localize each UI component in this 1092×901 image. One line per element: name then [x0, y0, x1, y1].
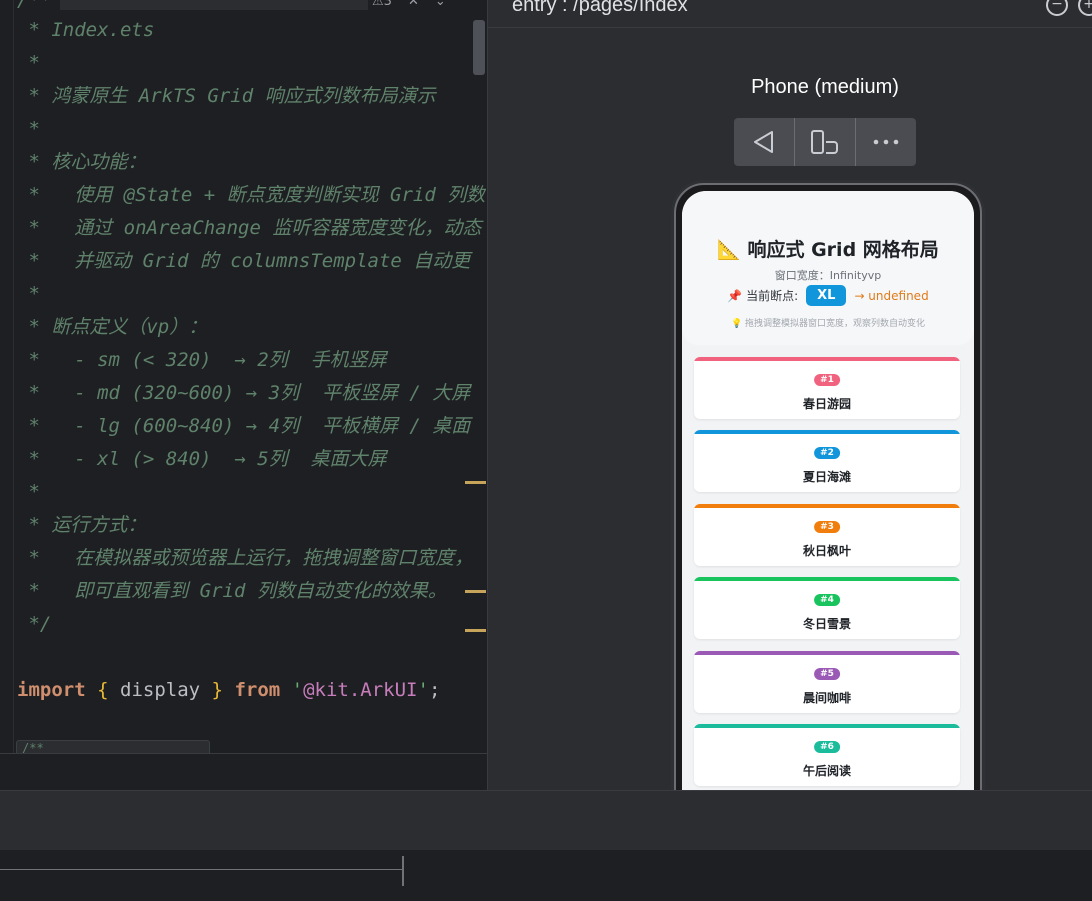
grid-item[interactable]: #4 冬日雪景 — [694, 577, 960, 640]
code-line[interactable]: * 断点定义（vp）： — [17, 311, 207, 344]
fold-marker[interactable] — [465, 590, 486, 593]
close-icon[interactable]: ✕ — [408, 0, 419, 9]
grid-item-name: 冬日雪景 — [802, 617, 851, 632]
code-line[interactable]: * - md (320~600) → 3列 平板竖屏 / 大屏 — [17, 377, 470, 410]
back-button[interactable] — [734, 118, 795, 166]
code-peek-text: /** — [22, 741, 44, 753]
breakpoint-row: 📌 当前断点: XL → undefined — [682, 285, 974, 306]
code-line[interactable]: * Index.ets — [17, 14, 154, 47]
grid-item-name: 晨间咖啡 — [802, 690, 851, 705]
grid-item[interactable]: #6 午后阅读 — [694, 724, 960, 786]
code-line[interactable]: * — [17, 278, 39, 311]
editor-tab-strip — [60, 0, 368, 10]
code-line[interactable]: * 鸿蒙原生 ArkTS Grid 响应式列数布局演示 — [17, 80, 435, 113]
tool-window-panel — [0, 790, 1092, 851]
warning-count: 3 — [383, 0, 392, 9]
previewer-panel: entry : /pages/Index − + Phone (medium) … — [487, 0, 1092, 827]
code-line-comment-start: /** — [17, 0, 52, 11]
code-line[interactable]: * — [17, 476, 39, 509]
keyword-from: from — [234, 679, 281, 701]
grid-item-name: 午后阅读 — [802, 764, 851, 778]
device-label: Phone (medium) — [751, 76, 899, 98]
warning-icon[interactable]: ⚠3 — [372, 0, 392, 9]
code-line[interactable]: * 核心功能： — [17, 146, 146, 179]
inspection-status[interactable]: ⚠3 ✕ ⌄ — [372, 0, 446, 10]
phone-frame: 📐 响应式 Grid 网格布局 窗口宽度：Infinityvp 📌 当前断点: … — [674, 183, 982, 827]
device-toolbar — [734, 118, 916, 166]
grid-item-number-badge: #5 — [814, 667, 840, 680]
grid-item-color-bar — [694, 650, 960, 655]
breakpoint-description: → undefined — [854, 288, 929, 303]
grid-item-color-bar — [694, 503, 960, 508]
phone-screen[interactable]: 📐 响应式 Grid 网格布局 窗口宽度：Infinityvp 📌 当前断点: … — [682, 191, 974, 791]
rotate-device-button[interactable] — [795, 118, 856, 166]
back-triangle-icon — [754, 131, 773, 153]
grid-item-color-bar — [694, 430, 960, 435]
header-card: 📐 响应式 Grid 网格布局 窗口宽度：Infinityvp 📌 当前断点: … — [682, 191, 974, 345]
code-line[interactable]: * 通过 onAreaChange 监听容器宽度变化，动态 — [17, 212, 481, 245]
code-line[interactable]: * - lg (600~840) → 4列 平板横屏 / 桌面 — [17, 410, 470, 443]
editor-bottom-band — [0, 753, 487, 791]
chevron-down-icon[interactable]: ⌄ — [435, 0, 446, 9]
breakpoint-label: 📌 当前断点: — [727, 289, 799, 303]
grid-item-color-bar — [694, 577, 960, 582]
status-bar — [0, 850, 1092, 901]
code-line[interactable]: * 使用 @State + 断点宽度判断实现 Grid 列数 — [17, 179, 485, 212]
semicolon: ; — [428, 679, 441, 701]
grid-item-color-bar — [694, 724, 960, 728]
grid-item[interactable]: #2 夏日海滩 — [694, 430, 960, 493]
window-width-text: 窗口宽度：Infinityvp — [774, 269, 882, 282]
grid-item[interactable]: #1 春日游园 — [694, 357, 960, 419]
gutter-divider — [13, 0, 14, 753]
more-dots-icon — [873, 139, 899, 145]
grid-item-number-badge: #6 — [814, 741, 840, 753]
zoom-out-icon[interactable]: − — [1046, 0, 1068, 16]
code-editor[interactable]: /** ⚠3 ✕ ⌄ * Index.ets * * 鸿蒙原生 ArkTS Gr… — [0, 0, 486, 753]
grid-item-color-bar — [694, 357, 960, 361]
code-line[interactable]: * - sm (< 320) → 2列 手机竖屏 — [17, 344, 386, 377]
grid-item-name: 夏日海滩 — [802, 470, 851, 485]
breakpoint-badge: XL — [806, 285, 847, 306]
code-line[interactable]: * - xl (> 840) → 5列 桌面大屏 — [17, 443, 386, 476]
grid-item-number-badge: #4 — [814, 594, 840, 607]
brace-open: { — [97, 679, 109, 701]
grid-item-number-badge: #2 — [814, 447, 840, 460]
keyword-import: import — [17, 679, 86, 701]
import-name: display — [120, 679, 201, 701]
code-line[interactable]: * 在模拟器或预览器上运行，拖拽调整窗口宽度， — [17, 542, 473, 575]
grid-item-number-badge: #1 — [814, 374, 840, 386]
progress-line — [0, 869, 402, 870]
code-line[interactable]: * — [17, 47, 39, 80]
import-statement[interactable]: import { display } from '@kit.ArkUI'; — [17, 674, 440, 707]
app-title: 📐 响应式 Grid 网格布局 — [717, 239, 939, 261]
code-line[interactable]: */ — [17, 608, 51, 641]
code-line[interactable]: * 并驱动 Grid 的 columnsTemplate 自动更 — [17, 245, 470, 278]
panel-splitter[interactable] — [402, 856, 404, 886]
grid-item-name: 秋日枫叶 — [802, 543, 851, 558]
grid-item[interactable]: #3 秋日枫叶 — [694, 503, 960, 566]
code-peek-popup — [16, 740, 210, 753]
code-line[interactable]: * — [17, 113, 39, 146]
fold-marker[interactable] — [465, 481, 486, 484]
code-line[interactable]: * 运行方式： — [17, 509, 146, 542]
editor-scrollbar[interactable] — [473, 20, 485, 75]
more-button[interactable] — [856, 118, 916, 166]
header-divider — [488, 27, 1092, 28]
grid-item[interactable]: #5 晨间咖啡 — [694, 650, 960, 713]
previewer-title: entry : /pages/Index — [512, 0, 688, 16]
rotate-device-icon — [811, 130, 838, 154]
code-line[interactable]: * 即可直观看到 Grid 列数自动变化的效果。 — [17, 575, 446, 608]
grid-item-name: 春日游园 — [802, 397, 851, 411]
tip-text: 💡 拖拽调整模拟器窗口宽度，观察列数自动变化 — [730, 319, 926, 329]
zoom-in-icon[interactable]: + — [1078, 0, 1092, 16]
fold-marker[interactable] — [465, 629, 486, 632]
brace-close: } — [211, 679, 223, 701]
grid-item-number-badge: #3 — [814, 520, 840, 533]
